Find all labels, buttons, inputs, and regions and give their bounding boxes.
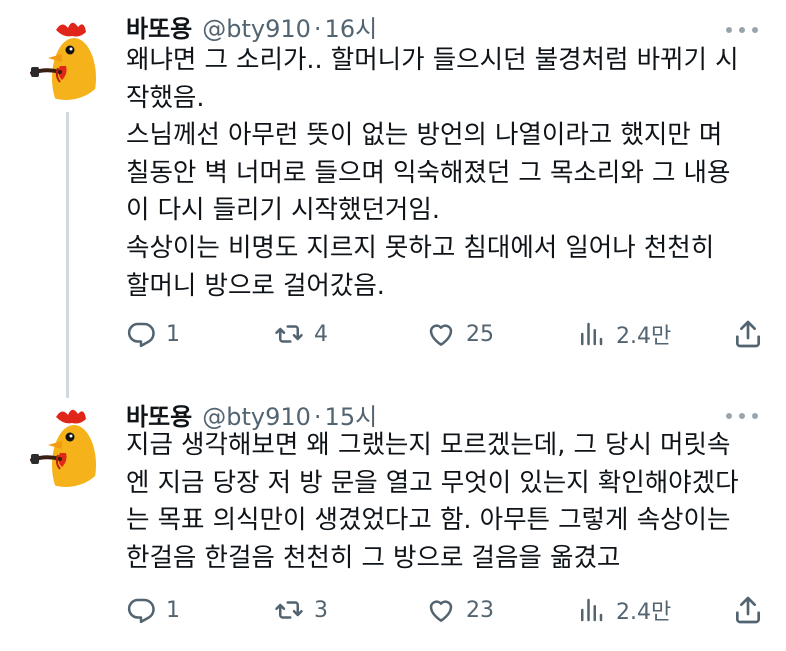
avatar[interactable]	[22, 12, 110, 100]
retweet-button[interactable]: 4	[274, 314, 328, 354]
tweet-header: 바또용 @bty910 · 15시	[126, 397, 377, 431]
rooster-avatar-icon	[30, 409, 96, 487]
tweet-text: 지금 생각해보면 왜 그랬는지 모르겠는데, 그 당시 머릿속 엔 지금 당장 …	[126, 427, 766, 577]
views-button[interactable]: 2.4만	[576, 314, 671, 354]
reply-icon	[127, 598, 155, 624]
reply-button[interactable]: 1	[126, 590, 180, 630]
more-dot	[726, 413, 732, 419]
views-icon	[581, 322, 603, 346]
more-dot	[752, 413, 758, 419]
author-handle[interactable]: @bty910	[202, 15, 311, 43]
tweet-text-line: 왜냐면 그 소리가.. 할머니가 들으시던 불경처럼 바뀌기 시	[126, 45, 739, 75]
share-button[interactable]	[732, 314, 764, 354]
tweet-text-line: 칠동안 벽 너머로 들으며 익숙해졌던 그 목소리와 그 내용	[126, 157, 731, 188]
rooster-avatar-icon	[30, 22, 96, 100]
tweet-text-line: 엔 지금 당장 저 방 문을 열고 무엇이 있는지 확인해야겠다	[126, 467, 739, 498]
more-dot	[726, 27, 732, 33]
share-icon	[736, 320, 760, 348]
tweet-text-line: 는 목표 의식만이 생겼었다고 함. 아무튼 그렇게 속상이는	[126, 505, 731, 536]
tweet-header: 바또용 @bty910 · 16시	[126, 9, 377, 43]
views-count: 2.4만	[616, 600, 672, 625]
tweet-text-line: 지금 생각해보면 왜 그랬는지 모르겠는데, 그 당시 머릿속	[126, 430, 731, 460]
retweet-button[interactable]: 3	[274, 590, 328, 630]
more-dot	[739, 413, 745, 419]
retweet-icon	[275, 601, 303, 619]
tweet-text-line: 할머니 방으로 걸어갔음.	[126, 270, 385, 301]
avatar[interactable]	[22, 399, 110, 487]
tweet-text-line: 이 다시 들리기 시작했던거임.	[126, 195, 440, 226]
tweet-text: 왜냐면 그 소리가.. 할머니가 들으시던 불경처럼 바뀌기 시 작했음. 스님…	[126, 42, 766, 305]
more-dot	[752, 27, 758, 33]
tweet[interactable]: 바또용 @bty910 · 15시 지금 생각해보면 왜 그랬는지 모르겠는데,…	[0, 392, 786, 651]
more-dot	[739, 27, 745, 33]
tweet-text-line: 스님께선 아무런 뜻이 없는 방언의 나열이라고 했지만 며	[126, 120, 723, 151]
retweet-icon	[275, 325, 303, 343]
tweet[interactable]: 바또용 @bty910 · 16시 왜냐면 그 소리가.. 할머니가 들으시던 …	[0, 0, 786, 380]
tweet-actions: 1 4 25 2.4만	[126, 314, 766, 354]
retweet-count: 3	[314, 597, 328, 623]
tweet-text-line: 작했음.	[126, 82, 205, 113]
reply-icon	[127, 322, 155, 348]
more-icon[interactable]	[726, 406, 758, 426]
like-button[interactable]: 25	[426, 314, 494, 354]
tweet-text-line: 한걸음 한걸음 천천히 그 방으로 걸음을 옮겼고	[126, 542, 621, 573]
more-icon[interactable]	[726, 20, 758, 40]
tweet-actions: 1 3 23 2.4만	[126, 590, 766, 630]
views-icon	[581, 598, 603, 622]
reply-count: 1	[166, 321, 180, 347]
views-button[interactable]: 2.4만	[576, 590, 671, 630]
tweet-text-line: 속상이는 비명도 지르지 못하고 침대에서 일어나 천천히	[126, 232, 715, 263]
reply-count: 1	[166, 597, 180, 623]
heart-icon	[429, 324, 453, 346]
like-count: 23	[466, 597, 494, 623]
author-name[interactable]: 바또용	[126, 9, 192, 44]
heart-icon	[429, 600, 453, 622]
retweet-count: 4	[314, 321, 328, 347]
share-button[interactable]	[732, 590, 764, 630]
like-count: 25	[466, 321, 494, 347]
like-button[interactable]: 23	[426, 590, 494, 630]
reply-button[interactable]: 1	[126, 314, 180, 354]
share-icon	[736, 596, 760, 624]
separator-dot: ·	[313, 15, 322, 43]
tweet-time[interactable]: 16시	[325, 9, 378, 44]
views-count: 2.4만	[616, 324, 672, 349]
